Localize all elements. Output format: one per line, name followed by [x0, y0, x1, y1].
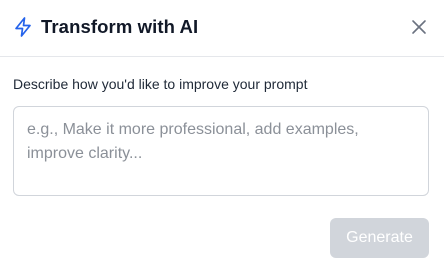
transform-dialog: Transform with AI Describe how you'd lik…: [0, 0, 444, 271]
dialog-title: Transform with AI: [41, 16, 199, 37]
dialog-header: Transform with AI: [0, 0, 444, 57]
prompt-label: Describe how you'd like to improve your …: [13, 76, 308, 92]
close-icon[interactable]: [410, 18, 428, 36]
lightning-bolt-icon: [14, 17, 32, 37]
prompt-input[interactable]: [13, 106, 429, 196]
generate-button[interactable]: Generate: [330, 218, 429, 258]
